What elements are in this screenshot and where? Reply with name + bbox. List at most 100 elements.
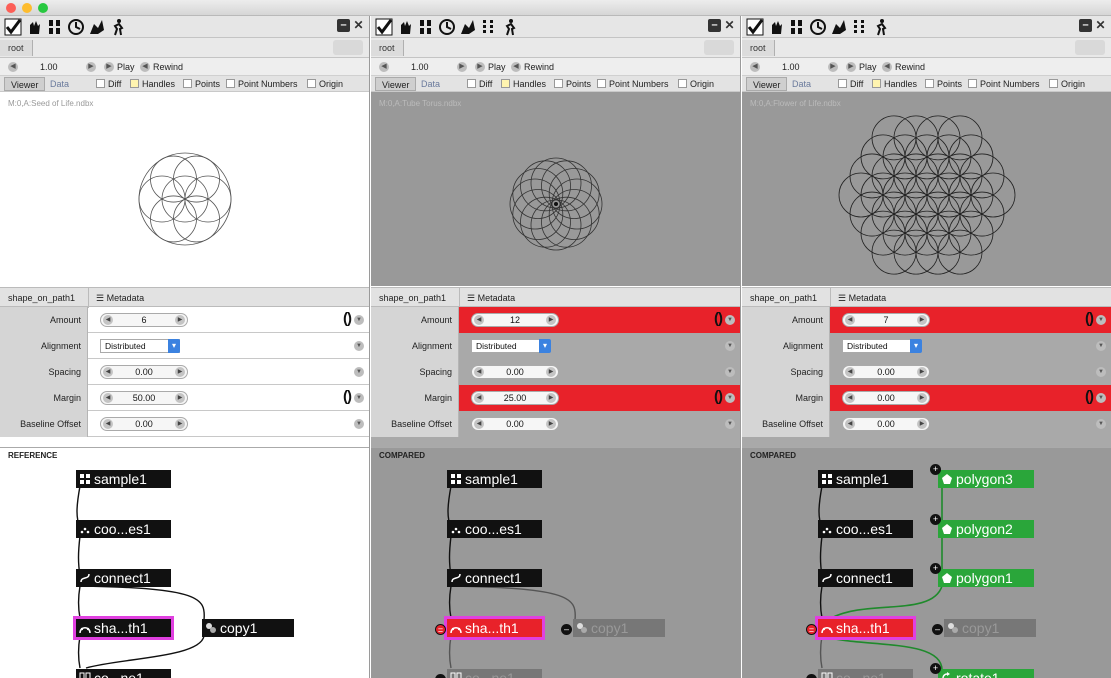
breadcrumb-root[interactable]: root: [371, 40, 404, 56]
param-menu-button[interactable]: ▼: [725, 419, 735, 429]
tab-viewer[interactable]: Viewer: [4, 77, 46, 91]
metadata-button[interactable]: ☰ Metadata: [838, 288, 886, 308]
spacing-increment[interactable]: ▶: [917, 367, 927, 377]
pan-icon[interactable]: [88, 18, 106, 36]
clock-icon[interactable]: [438, 18, 456, 36]
play-icon[interactable]: ▶: [475, 62, 485, 72]
expression-toggle[interactable]: (): [1085, 311, 1094, 327]
runner-icon[interactable]: [501, 18, 519, 36]
alignment-select[interactable]: Distributed ▾: [842, 339, 922, 353]
expression-toggle[interactable]: (): [1085, 389, 1094, 405]
node-connect1[interactable]: connect1: [818, 569, 913, 587]
param-menu-button[interactable]: ▼: [354, 419, 364, 429]
param-menu-button[interactable]: ▼: [725, 367, 735, 377]
tab-data[interactable]: Data: [415, 77, 446, 91]
play-icon[interactable]: ▶: [104, 62, 114, 72]
margin-increment[interactable]: ▶: [175, 393, 185, 403]
play-button[interactable]: Play: [488, 60, 506, 74]
expression-toggle[interactable]: (): [343, 389, 352, 405]
clock-icon[interactable]: [67, 18, 85, 36]
node-shape-on-path1[interactable]: sha...th1: [815, 616, 916, 640]
handles-checkbox[interactable]: [872, 79, 881, 88]
baseline-field[interactable]: ◀ 0.00 ▶: [471, 417, 559, 431]
node-coordinates1[interactable]: coo...es1: [447, 520, 542, 538]
param-menu-button[interactable]: ▼: [1096, 393, 1106, 403]
origin-checkbox[interactable]: [1049, 79, 1058, 88]
frame-value[interactable]: 1.00: [40, 60, 58, 74]
handles-checkbox[interactable]: [130, 79, 139, 88]
clock-icon[interactable]: [809, 18, 827, 36]
network-view[interactable]: COMPARED sample1 coo...es1 connect1 sha...t…: [371, 447, 740, 678]
viewer-canvas[interactable]: M:0,A:Seed of Life.ndbx: [0, 92, 369, 286]
diff-checkbox[interactable]: [838, 79, 847, 88]
metadata-button[interactable]: ☰ Metadata: [467, 288, 515, 308]
rewind-button[interactable]: Rewind: [524, 60, 554, 74]
rewind-icon[interactable]: ◀: [511, 62, 521, 72]
viewer-canvas[interactable]: M:0,A:Tube Torus.ndbx: [371, 92, 740, 286]
frame-increment-button[interactable]: ▶: [828, 62, 838, 72]
frame-increment-button[interactable]: ▶: [457, 62, 467, 72]
baseline-increment[interactable]: ▶: [175, 419, 185, 429]
param-menu-button[interactable]: ▼: [1096, 419, 1106, 429]
metadata-button[interactable]: ☰ Metadata: [96, 288, 144, 308]
tab-data[interactable]: Data: [44, 77, 75, 91]
close-icon[interactable]: ✕: [1094, 19, 1107, 32]
diff-checkbox[interactable]: [96, 79, 105, 88]
node-rotate1[interactable]: rotate1: [938, 669, 1034, 678]
point-numbers-checkbox[interactable]: [968, 79, 977, 88]
point-numbers-checkbox[interactable]: [226, 79, 235, 88]
node-polygon1[interactable]: polygon1: [938, 569, 1034, 587]
close-icon[interactable]: ✕: [352, 19, 365, 32]
frame-value[interactable]: 1.00: [782, 60, 800, 74]
param-menu-button[interactable]: ▼: [725, 341, 735, 351]
node-sample1[interactable]: sample1: [447, 470, 542, 488]
tab-viewer[interactable]: Viewer: [375, 77, 417, 91]
node-combine1-removed[interactable]: co...ne1: [447, 669, 542, 678]
alignment-select[interactable]: Distributed ▾: [471, 339, 551, 353]
amount-increment[interactable]: ▶: [175, 315, 185, 325]
breadcrumb-scroll[interactable]: [704, 40, 734, 55]
spacing-increment[interactable]: ▶: [546, 367, 556, 377]
param-menu-button[interactable]: ▼: [354, 367, 364, 377]
amount-increment[interactable]: ▶: [546, 315, 556, 325]
node-polygon3[interactable]: polygon3: [938, 470, 1034, 488]
param-menu-button[interactable]: ▼: [354, 341, 364, 351]
frame-value[interactable]: 1.00: [411, 60, 429, 74]
rewind-button[interactable]: Rewind: [153, 60, 183, 74]
point-numbers-checkbox[interactable]: [597, 79, 606, 88]
spacing-field[interactable]: ◀ 0.00 ▶: [842, 365, 930, 379]
node-copy1-removed[interactable]: copy1: [944, 619, 1036, 637]
walk-icon[interactable]: [788, 18, 806, 36]
minimize-icon[interactable]: –: [708, 19, 721, 32]
check-icon[interactable]: [375, 18, 393, 36]
walk-icon[interactable]: [46, 18, 64, 36]
minimize-icon[interactable]: –: [337, 19, 350, 32]
breadcrumb-scroll[interactable]: [333, 40, 363, 55]
grid-icon[interactable]: [480, 18, 498, 36]
expression-toggle[interactable]: (): [714, 311, 723, 327]
points-checkbox[interactable]: [554, 79, 563, 88]
rewind-icon[interactable]: ◀: [882, 62, 892, 72]
frame-decrement-button[interactable]: ◀: [750, 62, 760, 72]
hand-icon[interactable]: [767, 18, 785, 36]
breadcrumb-root[interactable]: root: [742, 40, 775, 56]
baseline-field[interactable]: ◀ 0.00 ▶: [100, 417, 188, 431]
hand-icon[interactable]: [25, 18, 43, 36]
tab-data[interactable]: Data: [786, 77, 817, 91]
amount-field[interactable]: ◀ 7 ▶: [842, 313, 930, 327]
spacing-field[interactable]: ◀ 0.00 ▶: [100, 365, 188, 379]
play-button[interactable]: Play: [859, 60, 877, 74]
node-coordinates1[interactable]: coo...es1: [76, 520, 171, 538]
expression-toggle[interactable]: (): [714, 389, 723, 405]
runner-icon[interactable]: [109, 18, 127, 36]
close-window-button[interactable]: [6, 3, 16, 13]
minimize-window-button[interactable]: [22, 3, 32, 13]
frame-increment-button[interactable]: ▶: [86, 62, 96, 72]
grid-icon[interactable]: [851, 18, 869, 36]
check-icon[interactable]: [746, 18, 764, 36]
frame-decrement-button[interactable]: ◀: [379, 62, 389, 72]
alignment-select[interactable]: Distributed ▾: [100, 339, 180, 353]
node-sample1[interactable]: sample1: [76, 470, 171, 488]
margin-field[interactable]: ◀ 25.00 ▶: [471, 391, 559, 405]
node-connect1[interactable]: connect1: [447, 569, 542, 587]
